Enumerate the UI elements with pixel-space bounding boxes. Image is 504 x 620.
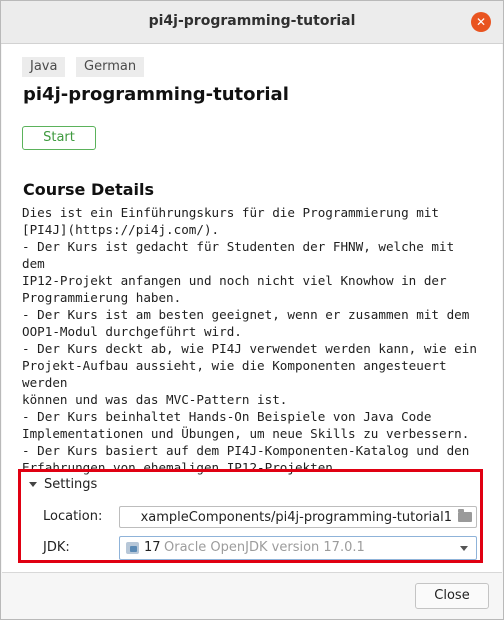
dialog-content: Java German pi4j-programming-tutorial St… xyxy=(2,44,502,573)
jdk-version: 17 xyxy=(144,540,161,555)
tag-german: German xyxy=(76,57,145,77)
jdk-label: JDK: xyxy=(43,540,70,555)
jdk-name: Oracle OpenJDK version 17.0.1 xyxy=(164,540,365,555)
expander-triangle-icon xyxy=(29,482,37,487)
location-value: xampleComponents/pi4j-programming-tutori… xyxy=(140,510,452,525)
close-button[interactable]: Close xyxy=(415,583,489,609)
location-input[interactable]: xampleComponents/pi4j-programming-tutori… xyxy=(119,506,477,528)
course-details-heading: Course Details xyxy=(23,180,155,199)
settings-section: Settings Location: xampleComponents/pi4j… xyxy=(18,469,483,563)
window-title: pi4j-programming-tutorial xyxy=(148,13,356,29)
chevron-down-icon[interactable] xyxy=(460,546,468,551)
jdk-dropdown[interactable]: 17 Oracle OpenJDK version 17.0.1 xyxy=(119,536,477,560)
folder-icon[interactable] xyxy=(458,509,472,522)
jdk-icon xyxy=(126,542,139,554)
settings-toggle[interactable]: Settings xyxy=(29,477,97,492)
location-label: Location: xyxy=(43,509,103,524)
start-button[interactable]: Start xyxy=(22,126,96,150)
course-title: pi4j-programming-tutorial xyxy=(23,84,289,105)
window-close-icon[interactable]: ✕ xyxy=(471,12,491,32)
dialog-window: pi4j-programming-tutorial ✕ Java German … xyxy=(0,0,504,620)
course-description: Dies ist ein Einführungskurs für die Pro… xyxy=(22,205,477,475)
tag-java: Java xyxy=(22,57,66,77)
settings-toggle-label: Settings xyxy=(44,477,98,492)
title-bar: pi4j-programming-tutorial ✕ xyxy=(1,1,503,44)
